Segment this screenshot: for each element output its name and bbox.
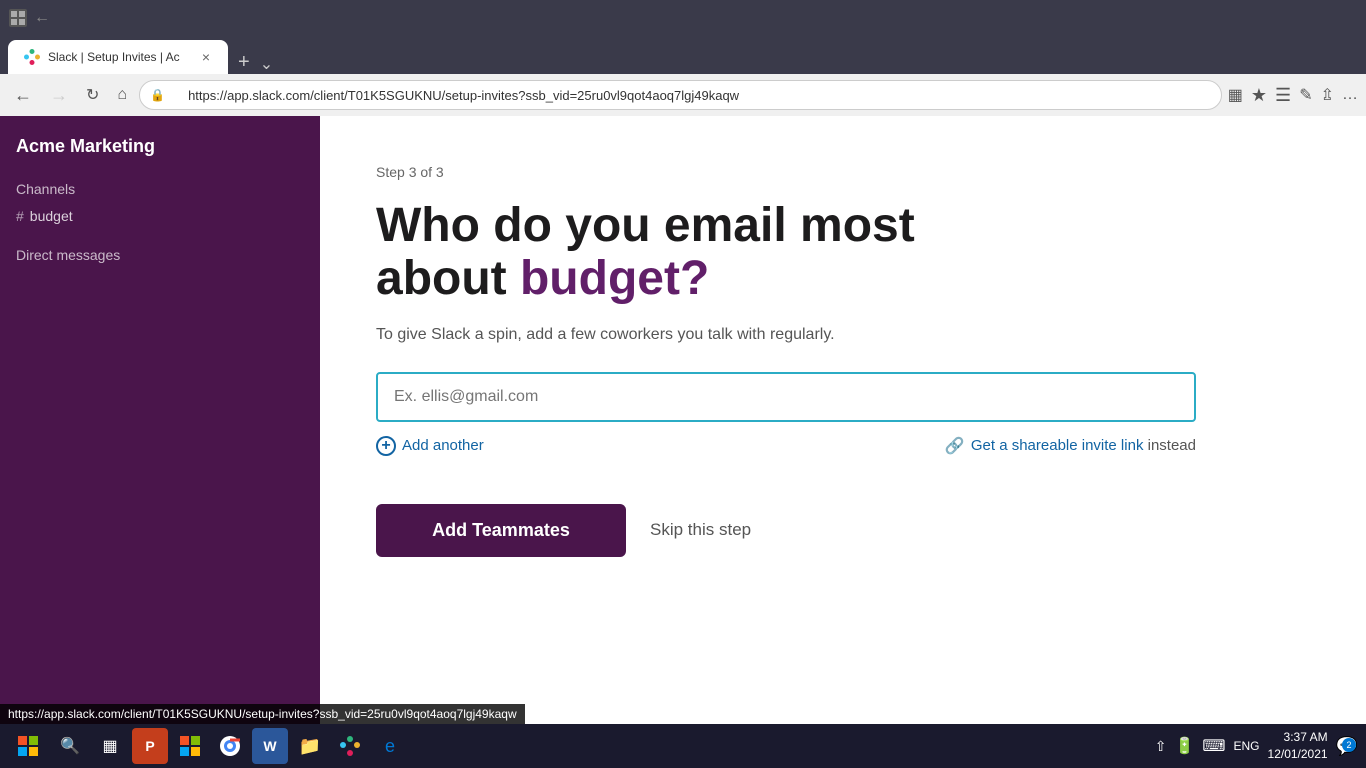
workspace-name: Acme Marketing: [16, 136, 304, 157]
more-options-icon[interactable]: …: [1342, 86, 1358, 104]
toolbar-icons: ▦ ★ ☰ ✎ ⇫ …: [1228, 85, 1358, 106]
lock-icon: 🔒: [150, 88, 165, 102]
window-controls-left: ←: [8, 8, 52, 28]
main-heading: Who do you email most about budget?: [376, 200, 1196, 306]
invite-link-instead: instead: [1143, 437, 1196, 454]
input-actions: + Add another 🔗 Get a shareable invite l…: [376, 436, 1196, 456]
button-row: Add Teammates Skip this step: [376, 504, 1310, 557]
taskbar-slack[interactable]: [332, 728, 368, 764]
email-input[interactable]: [376, 372, 1196, 422]
title-bar: ←: [0, 0, 1366, 36]
language-indicator: ENG: [1234, 739, 1260, 753]
tab-close-button[interactable]: ×: [200, 48, 212, 66]
taskbar-time-display: 3:37 AM: [1268, 729, 1328, 746]
forward-nav-button[interactable]: →: [44, 81, 74, 110]
heading-highlight: budget?: [520, 252, 709, 305]
slack-favicon: [24, 49, 40, 65]
back-nav-button[interactable]: ←: [8, 81, 38, 110]
taskbar-datetime: 3:37 AM 12/01/2021: [1268, 729, 1328, 763]
explorer-icon: 📁: [299, 736, 321, 757]
add-another-label: Add another: [402, 437, 484, 454]
app-container: Acme Marketing Channels # budget Direct …: [0, 116, 1366, 724]
browser-chrome: ← Slack | Setup Invites | Ac × + ⌄ ← → ↻…: [0, 0, 1366, 116]
main-content: Step 3 of 3 Who do you email most about …: [320, 116, 1366, 724]
start-button[interactable]: [8, 728, 48, 764]
collections-icon[interactable]: ☰: [1275, 85, 1291, 106]
taskbar-right: ⇧ 🔋 ⌨ ENG 3:37 AM 12/01/2021 💬 2: [1155, 729, 1358, 763]
channel-name: budget: [30, 208, 73, 224]
system-icon: [8, 8, 28, 28]
heading-part1: Who do you email most: [376, 199, 915, 252]
share-icon[interactable]: ✎: [1299, 85, 1312, 105]
taskbar-edge[interactable]: e: [372, 728, 408, 764]
invite-link-main: Get a shareable invite link: [971, 437, 1144, 454]
tab-dropdown-button[interactable]: ⌄: [260, 54, 273, 74]
slack-taskbar-icon: [340, 736, 360, 756]
tab-title: Slack | Setup Invites | Ac: [48, 50, 192, 64]
address-bar[interactable]: 🔒 https://app.slack.com/client/T01K5SGUK…: [139, 80, 1222, 110]
keyboard-icon: ⌨: [1202, 736, 1225, 756]
sidebar: Acme Marketing Channels # budget Direct …: [0, 116, 320, 724]
sidebar-toggle-icon[interactable]: ▦: [1228, 85, 1243, 105]
taskbar-task-view[interactable]: ▦: [92, 728, 128, 764]
taskbar-powerpoint[interactable]: P: [132, 728, 168, 764]
taskbar-store[interactable]: [172, 728, 208, 764]
notification-badge: 2: [1342, 738, 1356, 752]
new-tab-button[interactable]: +: [228, 51, 260, 74]
taskbar-search-button[interactable]: 🔍: [52, 728, 88, 764]
home-button[interactable]: ⌂: [111, 82, 133, 108]
chevron-up-icon[interactable]: ⇧: [1155, 738, 1167, 755]
task-view-icon: ▦: [102, 736, 117, 756]
add-another-icon: +: [376, 436, 396, 456]
invite-link-text: Get a shareable invite link instead: [971, 437, 1196, 454]
refresh-button[interactable]: ↻: [80, 81, 105, 109]
store-icon: [180, 736, 200, 756]
active-tab[interactable]: Slack | Setup Invites | Ac ×: [8, 40, 228, 74]
heading-part2: about: [376, 252, 520, 305]
address-bar-row: ← → ↻ ⌂ 🔒 https://app.slack.com/client/T…: [0, 74, 1366, 116]
tab-bar: Slack | Setup Invites | Ac × + ⌄: [0, 36, 1366, 74]
link-icon: 🔗: [945, 436, 965, 456]
status-url: https://app.slack.com/client/T01K5SGUKNU…: [8, 707, 517, 721]
battery-icon: 🔋: [1174, 736, 1194, 756]
back-button: ←: [32, 8, 52, 28]
url-text: https://app.slack.com/client/T01K5SGUKNU…: [188, 88, 739, 103]
taskbar-date-display: 12/01/2021: [1268, 746, 1328, 763]
search-icon: 🔍: [60, 736, 80, 756]
invite-link[interactable]: 🔗 Get a shareable invite link instead: [945, 436, 1196, 456]
chrome-icon: [220, 736, 240, 756]
sub-text: To give Slack a spin, add a few coworker…: [376, 326, 1310, 344]
taskbar: 🔍 ▦ P W 📁 e: [0, 724, 1366, 768]
taskbar-chrome[interactable]: [212, 728, 248, 764]
word-icon: W: [263, 738, 276, 754]
favorites-icon[interactable]: ★: [1251, 85, 1267, 106]
taskbar-notification-icon[interactable]: 💬 2: [1336, 736, 1358, 757]
sidebar-channel-budget[interactable]: # budget: [16, 205, 304, 227]
channels-label: Channels: [16, 181, 304, 197]
step-indicator: Step 3 of 3: [376, 164, 1310, 180]
edge-icon: e: [385, 736, 395, 757]
taskbar-word[interactable]: W: [252, 728, 288, 764]
powerpoint-icon: P: [145, 738, 154, 754]
taskbar-explorer[interactable]: 📁: [292, 728, 328, 764]
status-bar: https://app.slack.com/client/T01K5SGUKNU…: [0, 704, 525, 724]
direct-messages-label: Direct messages: [16, 247, 304, 263]
share2-icon[interactable]: ⇫: [1321, 85, 1334, 105]
hash-icon: #: [16, 208, 24, 224]
skip-step-button[interactable]: Skip this step: [650, 520, 751, 540]
add-another-link[interactable]: + Add another: [376, 436, 484, 456]
add-teammates-button[interactable]: Add Teammates: [376, 504, 626, 557]
